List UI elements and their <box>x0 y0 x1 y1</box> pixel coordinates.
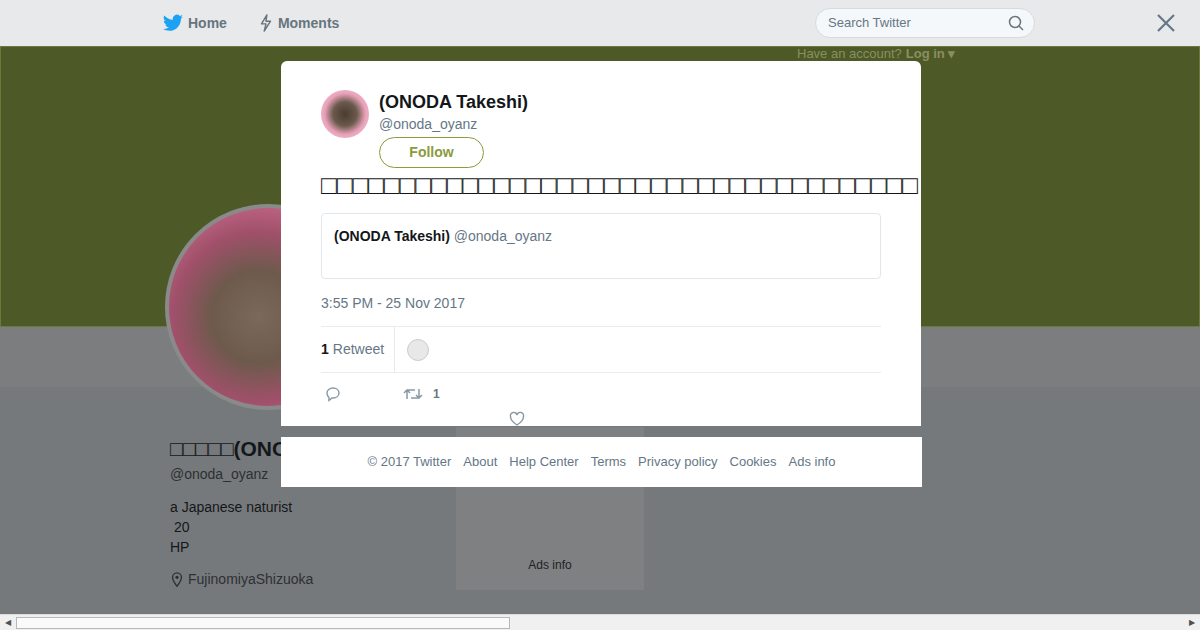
reply-icon[interactable] <box>325 386 341 402</box>
page: HomeMomentsSearch Twitter□□□□□(ONODA Tak… <box>0 0 1200 630</box>
close-icon[interactable] <box>1156 13 1176 33</box>
footer-link[interactable]: About <box>463 452 497 472</box>
footer-link[interactable]: Privacy policy <box>638 452 717 472</box>
footer-link[interactable]: Cookies <box>730 452 777 472</box>
scroll-left-icon[interactable]: ◀ <box>0 617 16 629</box>
tweet-text: □□□□□□□□□□□□□□□□□□□□□□□□□□□□□□□□□□□□□□ <box>321 169 881 201</box>
footer-link[interactable]: Help Center <box>509 452 578 472</box>
lightning-icon <box>259 14 273 32</box>
ads-info-link[interactable]: Ads info <box>528 556 571 574</box>
scrollbar-thumb[interactable] <box>16 617 510 629</box>
follow-button[interactable]: Follow <box>379 137 484 168</box>
location-pin-icon <box>170 572 184 588</box>
footer-link: © 2017 Twitter <box>368 452 452 472</box>
profile-location: FujinomiyaShizuoka <box>170 569 456 590</box>
quoted-tweet[interactable]: (ONODA Takeshi) @onoda_oyanz <box>321 213 881 279</box>
footer-link[interactable]: Ads info <box>788 452 835 472</box>
modal-footer: © 2017 Twitter About Help Center Terms Priva… <box>281 437 922 487</box>
retweet-count: 1 <box>433 385 440 403</box>
author-handle[interactable]: @onoda_oyanz <box>379 114 528 134</box>
search-field[interactable]: Search Twitter <box>815 8 1035 38</box>
nav-item[interactable]: Home <box>163 13 227 34</box>
bird-icon <box>163 14 183 32</box>
profile-bio: a Japanese naturist 20HP <box>170 497 456 557</box>
tweet-stats: 1Retweet <box>321 326 881 373</box>
footer-link[interactable]: Terms <box>591 452 626 472</box>
retweet-icon[interactable] <box>403 386 423 402</box>
horizontal-scrollbar[interactable]: ◀▶ <box>0 614 1200 630</box>
tweet-timestamp: 3:55 PM - 25 Nov 2017 <box>321 293 881 314</box>
retweeter-avatar[interactable] <box>407 339 429 361</box>
tweet-actions: 1 <box>321 385 881 403</box>
top-nav: Home Moments Search Twitter <box>0 0 1200 46</box>
search-icon[interactable] <box>1008 15 1024 31</box>
like-icon[interactable] <box>509 411 525 427</box>
nav-item[interactable]: Moments <box>259 13 339 34</box>
tweet-modal: (ONODA Takeshi)@onoda_oyanz Follow□□□□□□□… <box>281 61 921 426</box>
author-avatar[interactable] <box>321 90 369 138</box>
author-name[interactable]: (ONODA Takeshi) <box>379 90 528 114</box>
scroll-right-icon[interactable]: ▶ <box>1184 617 1200 629</box>
